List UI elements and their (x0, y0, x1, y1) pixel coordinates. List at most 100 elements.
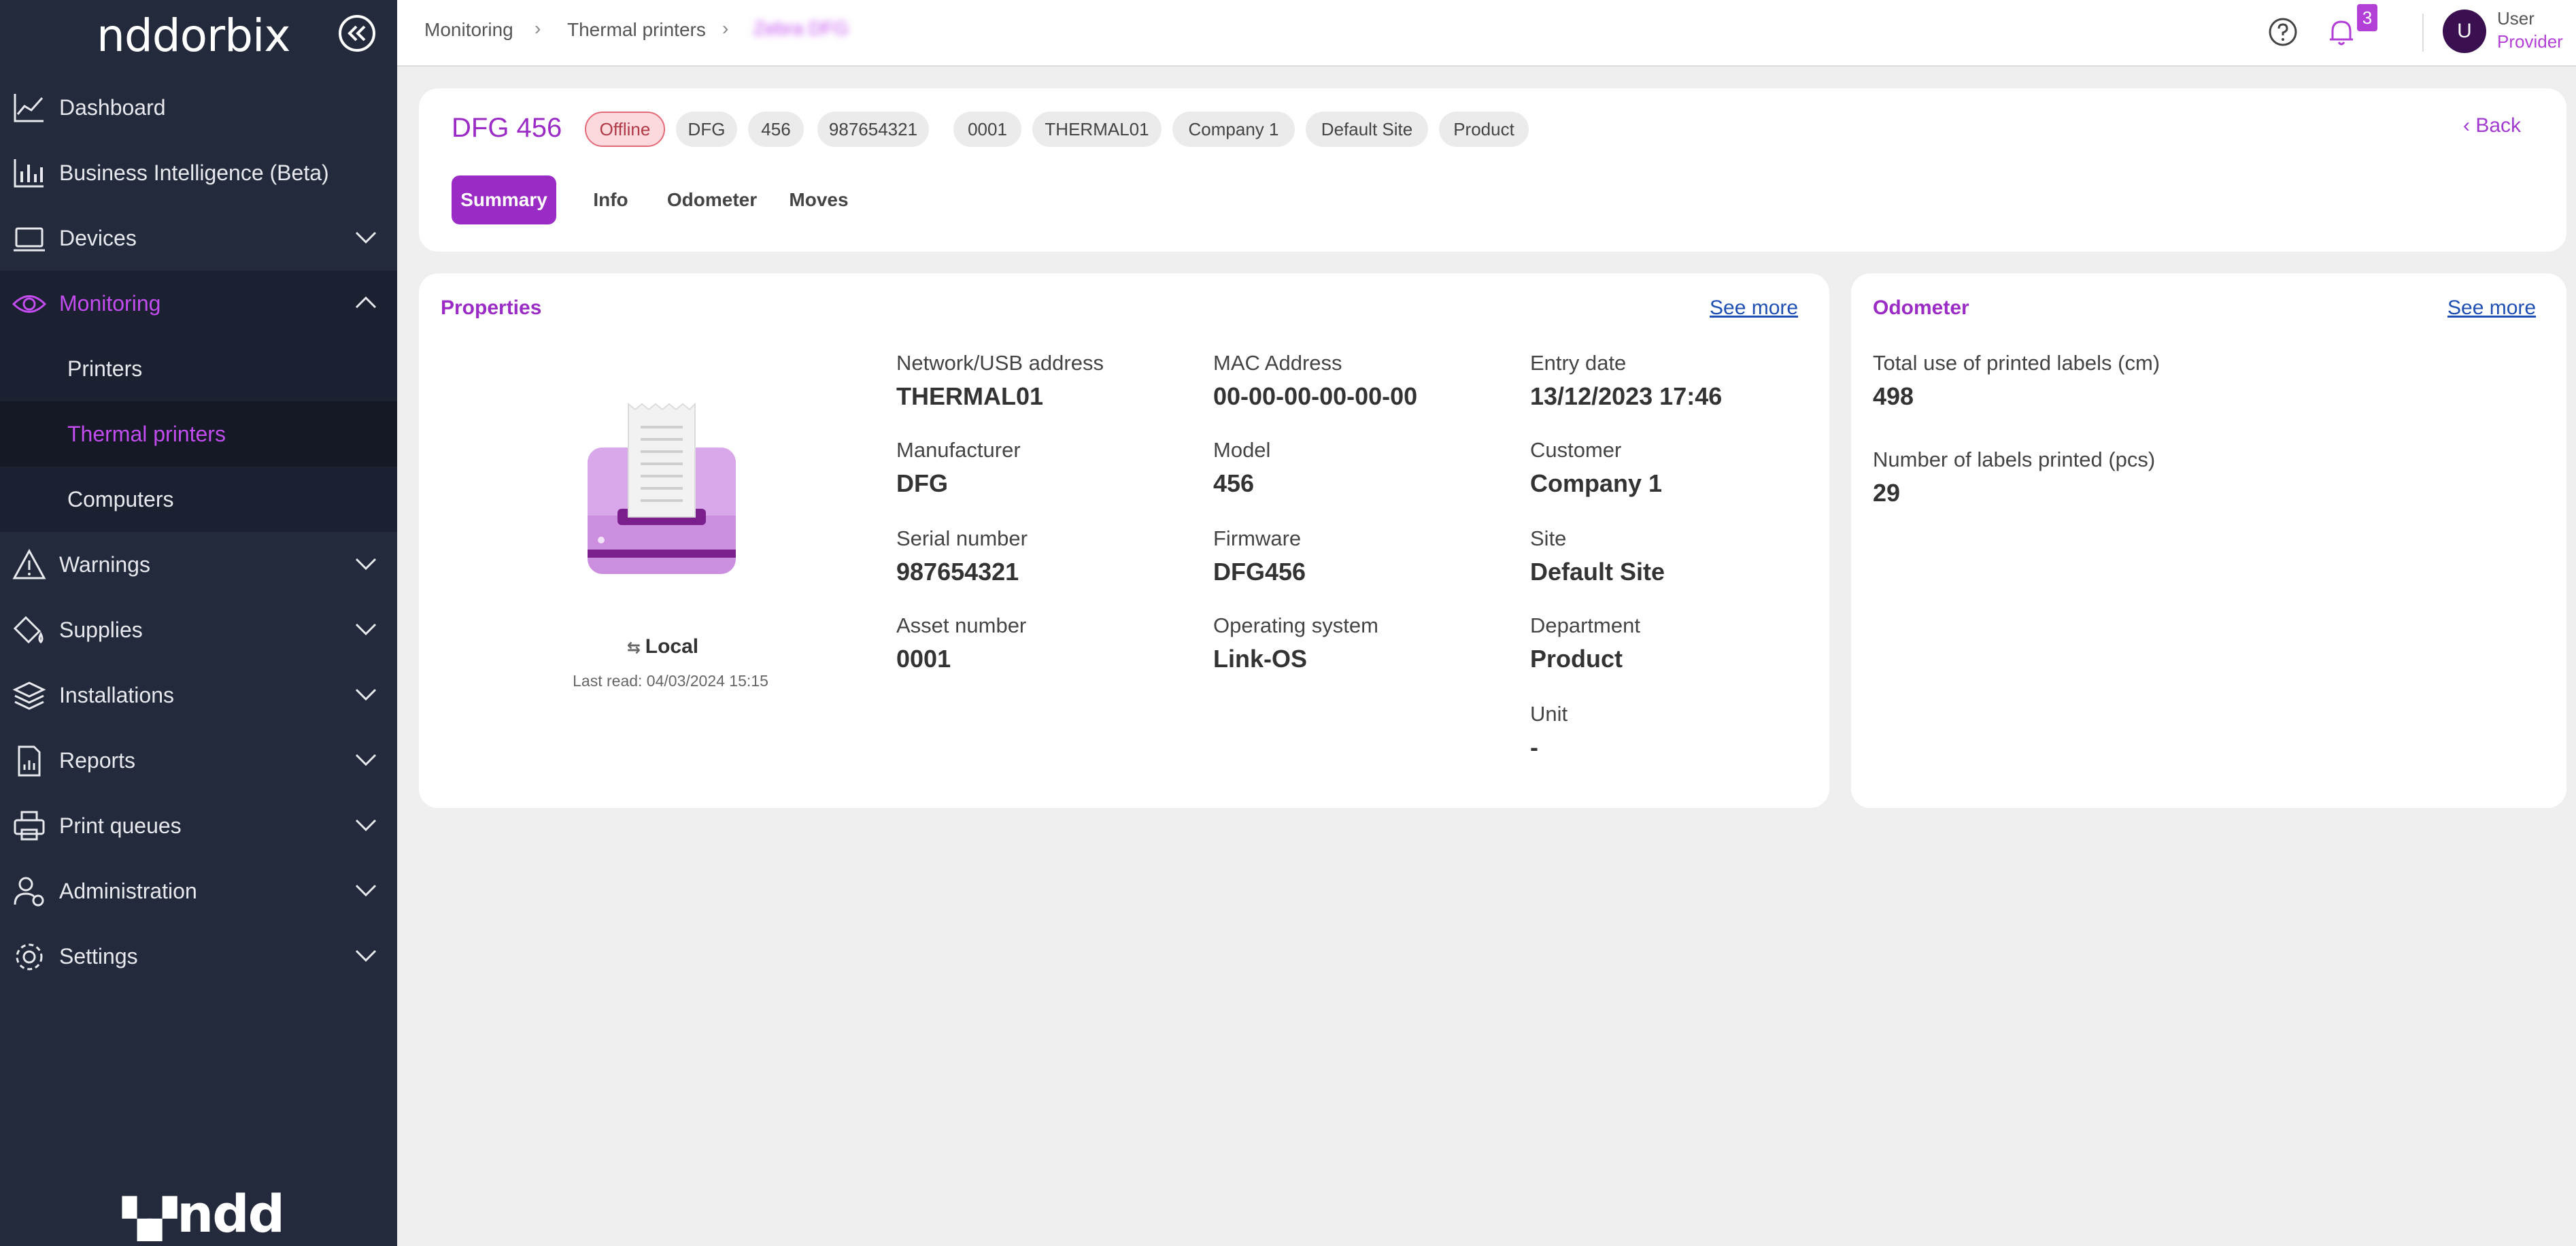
connection-type: ⇆ Local (627, 635, 698, 658)
field-value-customer: Company 1 (1530, 469, 1663, 497)
field-label-labels-printed: Number of labels printed (pcs) (1873, 448, 2156, 471)
field-label-unit: Unit (1530, 702, 1568, 726)
brand-logo-text: ndd (177, 1183, 285, 1244)
properties-card: Properties See more ⇆ Local Last read: 0… (419, 273, 1829, 808)
sidebar-item-settings[interactable]: Settings (0, 924, 397, 989)
user-role: Provider (2497, 31, 2563, 52)
sidebar-item-label: Supplies (59, 617, 143, 642)
avatar[interactable]: U (2443, 10, 2486, 53)
notification-count-badge: 3 (2357, 4, 2377, 31)
tab-summary[interactable]: Summary (452, 175, 556, 224)
sidebar: nddorbix Dashboard Business Intelligence… (0, 0, 397, 1246)
sidebar-subitem-label: Printers (67, 356, 143, 381)
field-label-serial-number: Serial number (896, 526, 1028, 550)
field-label-site: Site (1530, 526, 1567, 550)
field-value-site: Default Site (1530, 558, 1665, 586)
page-title: DFG 456 (452, 113, 562, 143)
field-value-unit: - (1530, 733, 1538, 761)
field-value-operating-system: Link-OS (1213, 645, 1308, 673)
field-label-operating-system: Operating system (1213, 613, 1378, 637)
sidebar-item-warnings[interactable]: Warnings (0, 532, 397, 597)
sidebar-item-label: Print queues (59, 813, 182, 838)
sidebar-item-installations[interactable]: Installations (0, 662, 397, 728)
laptop-icon (14, 227, 45, 252)
sidebar-item-label: Business Intelligence (Beta) (59, 160, 329, 185)
thermal-printer-illustration (588, 402, 736, 574)
tag-serial: 987654321 (817, 112, 929, 147)
sidebar-nav: Dashboard Business Intelligence (Beta) D… (0, 75, 397, 989)
tag-asset: 0001 (953, 112, 1021, 147)
odometer-see-more-link[interactable]: See more (2447, 297, 2536, 320)
sidebar-item-label: Installations (59, 682, 174, 707)
sidebar-item-label: Settings (59, 943, 138, 969)
double-chevron-left-icon (348, 25, 366, 41)
field-value-model: 456 (1213, 469, 1255, 497)
breadcrumb-monitoring[interactable]: Monitoring (424, 19, 513, 41)
tab-odometer[interactable]: Odometer (657, 175, 767, 224)
sidebar-item-dashboard[interactable]: Dashboard (0, 75, 397, 140)
help-icon[interactable] (2267, 16, 2299, 48)
sidebar-item-reports[interactable]: Reports (0, 728, 397, 793)
field-label-model: Model (1213, 438, 1271, 462)
top-bar: Monitoring › Thermal printers › Zebra DF… (397, 0, 2576, 67)
breadcrumb-thermal-printers[interactable]: Thermal printers (567, 19, 706, 41)
field-value-entry-date: 13/12/2023 17:46 (1530, 382, 1723, 410)
report-document-icon (18, 745, 41, 777)
back-label: Back (2475, 114, 2522, 137)
printer-icon (14, 811, 45, 841)
field-label-manufacturer: Manufacturer (896, 438, 1021, 462)
field-value-network-address: THERMAL01 (896, 382, 1044, 410)
chevron-down-icon (355, 623, 377, 636)
chevron-down-icon (355, 754, 377, 767)
field-label-total-label-use: Total use of printed labels (cm) (1873, 351, 2160, 375)
sidebar-item-label: Administration (59, 878, 197, 903)
tab-info[interactable]: Info (577, 175, 645, 224)
collapse-sidebar-button[interactable] (339, 15, 375, 52)
sidebar-item-label: Dashboard (59, 95, 166, 120)
tag-customer: Company 1 (1172, 112, 1295, 147)
topbar-divider (2422, 14, 2424, 52)
tab-moves[interactable]: Moves (779, 175, 858, 224)
field-value-total-label-use: 498 (1873, 382, 1914, 410)
sidebar-item-business-intelligence[interactable]: Business Intelligence (Beta) (0, 140, 397, 205)
field-label-network-address: Network/USB address (896, 351, 1104, 375)
sidebar-item-label: Reports (59, 747, 136, 773)
chevron-down-icon (355, 949, 377, 962)
odometer-card: Odometer See more Total use of printed l… (1851, 273, 2566, 808)
tag-site: Default Site (1306, 112, 1428, 147)
sidebar-item-supplies[interactable]: Supplies (0, 597, 397, 662)
field-value-department: Product (1530, 645, 1623, 673)
sidebar-item-label: Monitoring (59, 290, 161, 316)
bell-icon[interactable] (2326, 16, 2357, 48)
sidebar-item-devices[interactable]: Devices (0, 205, 397, 271)
chevron-down-icon (355, 819, 377, 832)
sidebar-subitem-computers[interactable]: Computers (0, 467, 397, 532)
tag-address: THERMAL01 (1032, 112, 1162, 147)
chevron-down-icon (355, 558, 377, 571)
odometer-title: Odometer (1873, 297, 1969, 319)
chevron-down-icon (355, 688, 377, 701)
warning-triangle-icon (12, 548, 46, 579)
field-value-asset-number: 0001 (896, 645, 951, 673)
brand-logo-mark: ▚▞ (122, 1197, 177, 1241)
field-value-labels-printed: 29 (1873, 479, 1901, 507)
brand-logo: ▚▞ndd (122, 1183, 285, 1244)
field-value-serial-number: 987654321 (896, 558, 1019, 586)
sidebar-item-administration[interactable]: Administration (0, 858, 397, 924)
usb-icon: ⇆ (627, 639, 645, 657)
properties-see-more-link[interactable]: See more (1710, 297, 1798, 320)
chevron-up-icon (355, 296, 377, 309)
sidebar-subitem-thermal-printers[interactable]: Thermal printers (0, 401, 397, 467)
breadcrumb-current: Zebra DFG (753, 18, 849, 39)
field-label-department: Department (1530, 613, 1640, 637)
status-badge: Offline (585, 112, 665, 147)
sidebar-item-print-queues[interactable]: Print queues (0, 793, 397, 858)
bar-chart-icon (14, 159, 44, 188)
back-link[interactable]: ‹ Back (2463, 114, 2521, 137)
field-value-mac-address: 00-00-00-00-00-00 (1213, 382, 1418, 410)
field-value-firmware: DFG456 (1213, 558, 1306, 586)
sidebar-subitem-printers[interactable]: Printers (0, 336, 397, 401)
sidebar-item-monitoring[interactable]: Monitoring (0, 271, 397, 336)
user-name[interactable]: User (2497, 8, 2535, 29)
breadcrumb-separator-icon: › (535, 18, 541, 39)
